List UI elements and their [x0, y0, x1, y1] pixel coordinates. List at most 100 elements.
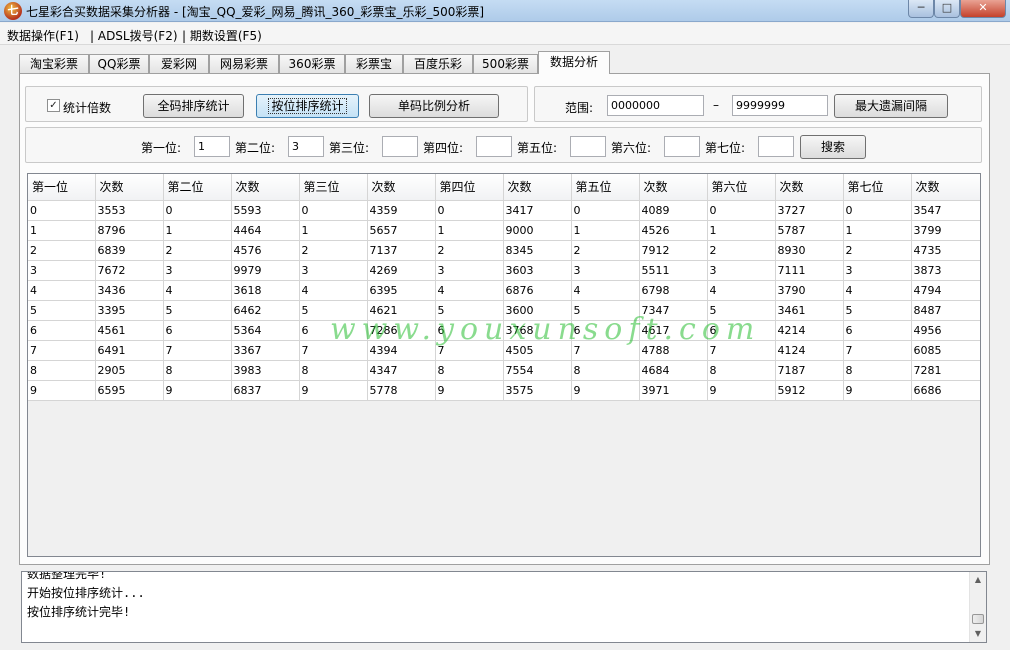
search-button[interactable]: 搜索: [800, 135, 866, 159]
table-cell: 9: [571, 380, 640, 401]
table-cell: 3873: [911, 260, 980, 281]
maximize-button[interactable]: □: [934, 0, 960, 18]
table-cell: 2: [571, 240, 640, 261]
table-cell: 3727: [775, 200, 844, 221]
table-row[interactable]: 5 3395 5 6462 5 4621 5 3600 5 7347 5 3461 5 8487: [28, 300, 980, 321]
table-cell: 5778: [367, 380, 436, 401]
table-cell: 6686: [911, 380, 980, 401]
table-cell: 7672: [95, 260, 164, 281]
log-scrollbar[interactable]: ▲ ▼: [969, 572, 986, 642]
column-header[interactable]: 第六位: [707, 174, 776, 201]
pos4-input[interactable]: [476, 136, 512, 157]
column-header[interactable]: 第五位: [571, 174, 640, 201]
pos6-input[interactable]: [664, 136, 700, 157]
scroll-thumb[interactable]: [972, 614, 984, 624]
position-sort-button[interactable]: 按位排序统计: [256, 94, 359, 118]
stat-multiple-checkbox[interactable]: ✓: [47, 99, 60, 112]
table-cell: 6837: [231, 380, 300, 401]
table-cell: 7137: [367, 240, 436, 261]
scroll-up-icon[interactable]: ▲: [970, 572, 986, 588]
tab-taobao[interactable]: 淘宝彩票: [19, 54, 89, 74]
table-cell: 1: [435, 220, 504, 241]
tab-500[interactable]: 500彩票: [473, 54, 538, 74]
table-cell: 3: [28, 260, 96, 281]
tab-aicai[interactable]: 爱彩网: [149, 54, 209, 74]
pos6-label: 第六位:: [611, 141, 652, 155]
table-cell: 6: [435, 320, 504, 341]
table-row[interactable]: 7 6491 7 3367 7 4394 7 4505 7 4788 7 4124 7 6085: [28, 340, 980, 361]
minimize-button[interactable]: ─: [908, 0, 934, 18]
table-cell: 7281: [911, 360, 980, 381]
tab-caipiaobao[interactable]: 彩票宝: [345, 54, 403, 74]
close-button[interactable]: ✕: [960, 0, 1006, 18]
column-header[interactable]: 第一位: [28, 174, 96, 201]
table-cell: 5: [435, 300, 504, 321]
table-cell: 5511: [639, 260, 708, 281]
table-cell: 0: [28, 200, 96, 221]
table-cell: 8930: [775, 240, 844, 261]
table-cell: 2: [435, 240, 504, 261]
pos7-input[interactable]: [758, 136, 794, 157]
menu-adsl-dialup[interactable]: | ADSL拨号(F2): [90, 27, 178, 44]
column-header[interactable]: 第七位: [843, 174, 912, 201]
table-cell: 4735: [911, 240, 980, 261]
table-cell: 1: [571, 220, 640, 241]
table-cell: 4359: [367, 200, 436, 221]
table-cell: 4: [435, 280, 504, 301]
stats-table[interactable]: 第一位 次数 第二位 次数 第三位 次数 第四位 次数 第五位 次数 第六位 次数 第七位 次数 0 355…: [27, 173, 981, 557]
column-header[interactable]: 次数: [911, 174, 980, 201]
table-row[interactable]: 9 6595 9 6837 9 5778 9 3575 9 3971 9 5912 9 6686: [28, 380, 980, 401]
pos1-input[interactable]: [194, 136, 230, 157]
table-cell: 0: [707, 200, 776, 221]
tab-baidu-lecai[interactable]: 百度乐彩: [403, 54, 473, 74]
table-cell: 7286: [367, 320, 436, 341]
table-cell: 3575: [503, 380, 572, 401]
tab-360[interactable]: 360彩票: [279, 54, 345, 74]
pos5-input[interactable]: [570, 136, 606, 157]
full-sort-button[interactable]: 全码排序统计: [143, 94, 244, 118]
table-cell: 4576: [231, 240, 300, 261]
column-header[interactable]: 次数: [367, 174, 436, 201]
column-header[interactable]: 次数: [95, 174, 164, 201]
scroll-down-icon[interactable]: ▼: [970, 626, 986, 642]
column-header[interactable]: 次数: [231, 174, 300, 201]
log-output[interactable]: 数据整理完毕! 开始按位排序统计... 按位排序统计完毕! ▲ ▼: [21, 571, 987, 643]
log-line: 开始按位排序统计...: [27, 586, 145, 600]
table-cell: 8: [28, 360, 96, 381]
menu-data-operations[interactable]: 数据操作(F1): [7, 27, 79, 44]
table-row[interactable]: 3 7672 3 9979 3 4269 3 3603 3 5511 3 7111 3 3873: [28, 260, 980, 281]
pos2-input[interactable]: [288, 136, 324, 157]
table-cell: 4347: [367, 360, 436, 381]
table-row[interactable]: 6 4561 6 5364 6 7286 6 3768 6 4617 6 4214 6 4956: [28, 320, 980, 341]
tab-data-analysis[interactable]: 数据分析: [538, 51, 610, 74]
table-cell: 1: [843, 220, 912, 241]
column-header[interactable]: 第二位: [163, 174, 232, 201]
table-row[interactable]: 1 8796 1 4464 1 5657 1 9000 1 4526 1 5787 1 3799: [28, 220, 980, 241]
column-header[interactable]: 第四位: [435, 174, 504, 201]
column-header[interactable]: 次数: [639, 174, 708, 201]
table-row[interactable]: 8 2905 8 3983 8 4347 8 7554 8 4684 8 7187 8 7281: [28, 360, 980, 381]
pos3-input[interactable]: [382, 136, 418, 157]
table-cell: 3367: [231, 340, 300, 361]
table-cell: 9: [163, 380, 232, 401]
tab-netease[interactable]: 网易彩票: [209, 54, 279, 74]
table-row[interactable]: 0 3553 0 5593 0 4359 0 3417 0 4089 0 3727 0 3547: [28, 200, 980, 221]
single-ratio-button[interactable]: 单码比例分析: [369, 94, 499, 118]
table-cell: 0: [435, 200, 504, 221]
table-cell: 7: [28, 340, 96, 361]
table-cell: 8487: [911, 300, 980, 321]
range-from-input[interactable]: [607, 95, 704, 116]
table-header-row: 第一位 次数 第二位 次数 第三位 次数 第四位 次数 第五位 次数 第六位 次数 第七位 次数: [28, 174, 980, 201]
table-cell: 3799: [911, 220, 980, 241]
table-cell: 7: [843, 340, 912, 361]
table-cell: 6395: [367, 280, 436, 301]
column-header[interactable]: 次数: [775, 174, 844, 201]
column-header[interactable]: 第三位: [299, 174, 368, 201]
max-gap-button[interactable]: 最大遗漏间隔: [834, 94, 948, 118]
column-header[interactable]: 次数: [503, 174, 572, 201]
table-row[interactable]: 4 3436 4 3618 4 6395 4 6876 4 6798 4 3790 4 4794: [28, 280, 980, 301]
table-row[interactable]: 2 6839 2 4576 2 7137 2 8345 2 7912 2 8930 2 4735: [28, 240, 980, 261]
tab-qq[interactable]: QQ彩票: [89, 54, 149, 74]
range-to-input[interactable]: [732, 95, 828, 116]
menu-period-settings[interactable]: | 期数设置(F5): [182, 27, 262, 44]
